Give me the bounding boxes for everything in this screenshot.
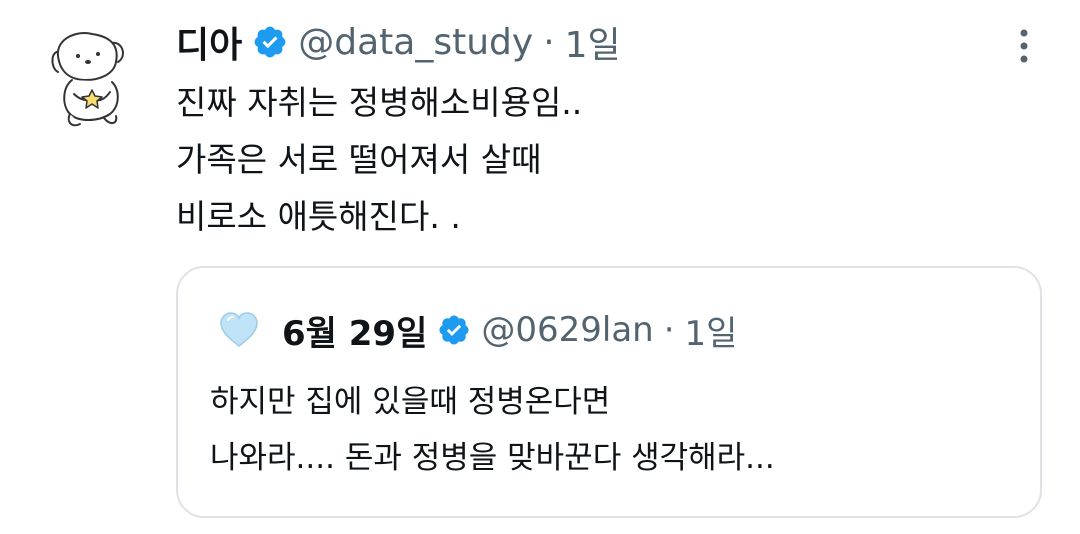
light-blue-heart-icon — [220, 312, 258, 347]
quoted-tweet[interactable]: 6월 29일 @0629lan · 1일 하지만 집에 있을때 정병온다면 나와… — [176, 266, 1042, 518]
quoted-text-line: 하지만 집에 있을때 정병온다면 — [210, 384, 611, 420]
author-handle[interactable]: @data_study — [298, 22, 533, 63]
author-avatar[interactable] — [44, 22, 140, 134]
quoted-text-line: 나와라.... 돈과 정병을 맞바꾼다 생각해라... — [210, 440, 775, 476]
verified-badge-icon — [254, 26, 286, 58]
quoted-author-handle[interactable]: @0629lan — [481, 310, 653, 350]
separator-dot: · — [663, 310, 675, 350]
author-name[interactable]: 디아 — [176, 16, 242, 68]
separator-dot: · — [543, 21, 555, 63]
quoted-author-name[interactable]: 6월 29일 — [282, 306, 427, 355]
quoted-tweet-header: 6월 29일 @0629lan · 1일 — [218, 304, 737, 356]
tweet-text-line: 비로소 애틋해진다. . — [176, 197, 461, 236]
tweet-text-line: 진짜 자취는 정병해소비용임.. — [176, 83, 583, 122]
tweet-body: 진짜 자취는 정병해소비용임.. 가족은 서로 떨어져서 살때 비로소 애틋해진… — [176, 74, 1026, 245]
timestamp[interactable]: 1일 — [565, 16, 621, 68]
tweet-header: 디아 @data_study · 1일 — [176, 14, 621, 70]
tweet-card: 디아 @data_study · 1일 진짜 자취는 정병해소비용임.. 가족은… — [0, 0, 1080, 534]
tweet-text-line: 가족은 서로 떨어져서 살때 — [176, 140, 542, 179]
quoted-timestamp[interactable]: 1일 — [685, 306, 738, 355]
verified-badge-icon — [439, 315, 469, 345]
more-vertical-icon[interactable] — [1010, 26, 1038, 66]
quoted-tweet-body: 하지만 집에 있을때 정병온다면 나와라.... 돈과 정병을 맞바꾼다 생각해… — [210, 374, 775, 486]
